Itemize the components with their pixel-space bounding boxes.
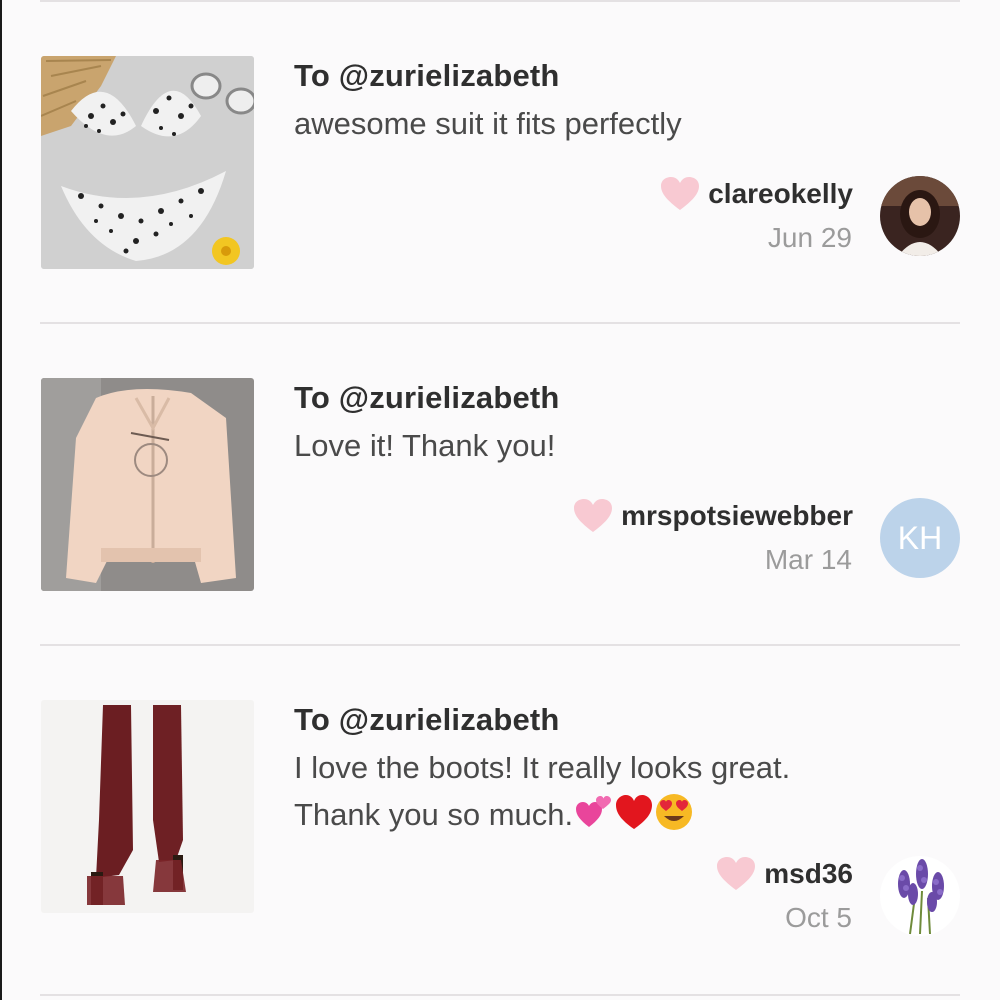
message-text: I love the boots! It really looks great. (294, 750, 791, 785)
divider (40, 994, 960, 996)
feedback-card: To @zurielizabeth I love the boots! It r… (0, 644, 1000, 994)
author-row: msd36 (716, 856, 853, 892)
recipient-label: To @zurielizabeth (294, 380, 560, 415)
lavender-avatar[interactable] (880, 856, 960, 936)
feedback-card: To @zurielizabeth awesome suit it fits p… (0, 0, 1000, 320)
initials-avatar[interactable]: KH (880, 498, 960, 578)
feedback-date: Oct 5 (785, 902, 852, 933)
user-photo-avatar[interactable] (880, 176, 960, 256)
heart-icon[interactable] (660, 176, 700, 212)
red-heart-emoji (615, 793, 653, 831)
feedback-message: awesome suit it fits perfectly (294, 100, 914, 147)
feedback-date: Jun 29 (767, 222, 852, 253)
feedback-date: Mar 14 (764, 544, 852, 575)
heart-icon[interactable] (716, 856, 756, 892)
feedback-message: Love it! Thank you! (294, 422, 914, 469)
username-link[interactable]: mrspotsiewebber (621, 500, 853, 532)
username-link[interactable]: msd36 (764, 858, 853, 890)
feedback-message: I love the boots! It really looks great.… (294, 744, 914, 838)
message-text: Thank you so much. (294, 797, 574, 832)
recipient-label: To @zurielizabeth (294, 702, 560, 737)
author-row: clareokelly (660, 176, 853, 212)
message-text: awesome suit it fits perfectly (294, 106, 682, 141)
heart-eyes-emoji (655, 793, 693, 831)
red-boots-image[interactable] (41, 700, 254, 913)
leopard-bikini-image[interactable] (41, 56, 254, 269)
feedback-card: To @zurielizabeth Love it! Thank you! mr… (0, 322, 1000, 642)
author-row: mrspotsiewebber (573, 498, 853, 534)
heart-icon[interactable] (573, 498, 613, 534)
username-link[interactable]: clareokelly (708, 178, 853, 210)
two-hearts-emoji (575, 793, 613, 831)
peach-jacket-image[interactable] (41, 378, 254, 591)
message-text: Love it! Thank you! (294, 428, 556, 463)
recipient-label: To @zurielizabeth (294, 58, 560, 93)
